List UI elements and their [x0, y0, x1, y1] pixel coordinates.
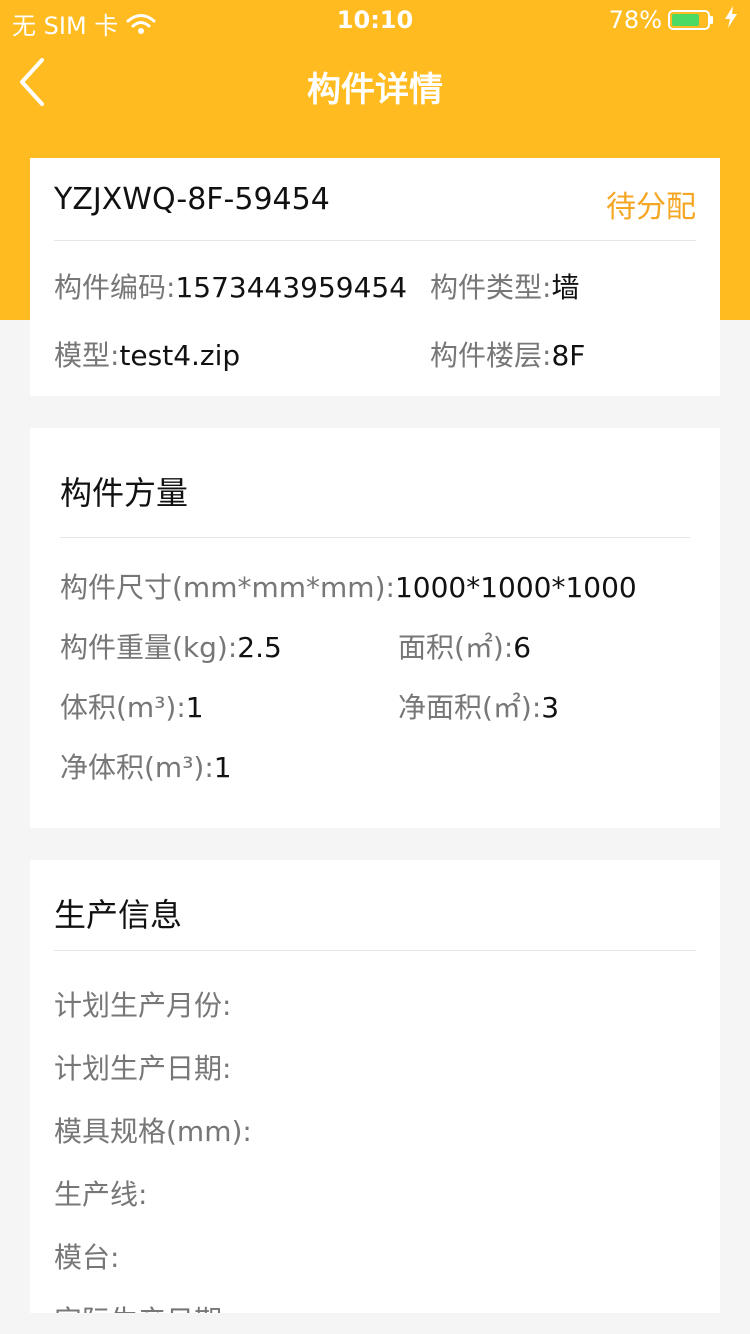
status-right: 78%: [609, 6, 738, 34]
navigation-bar: 构件详情: [0, 40, 750, 128]
weight-row: 构件重量(kg):2.5: [60, 626, 282, 666]
component-type-label: 构件类型:: [430, 271, 552, 304]
production-row: 计划生产日期:: [54, 1052, 232, 1085]
production-row: 模台:: [54, 1241, 120, 1274]
model-row: 模型:test4.zip: [54, 334, 240, 374]
status-bar: 无 SIM 卡 10:10 78%: [0, 0, 750, 40]
area-row: 面积(㎡):6: [398, 626, 531, 666]
quantity-section-title: 构件方量: [60, 474, 189, 512]
size-label: 构件尺寸(mm*mm*mm):: [60, 571, 395, 604]
component-summary-card: YZJXWQ-8F-59454 待分配 构件编码:1573443959454 构…: [30, 158, 720, 396]
component-type-value: 墙: [551, 271, 580, 304]
charging-bolt-icon: [724, 6, 738, 34]
divider: [60, 537, 690, 538]
net-volume-label: 净体积(m³):: [60, 751, 214, 784]
area-label: 面积(㎡):: [398, 631, 514, 664]
model-label: 模型:: [54, 339, 120, 372]
page-title: 构件详情: [307, 70, 443, 110]
production-row: 生产线:: [54, 1178, 148, 1211]
production-card: 生产信息 计划生产月份: 计划生产日期: 模具规格(mm): 生产线: 模台: …: [30, 860, 720, 1313]
battery-icon: [668, 9, 718, 31]
net-volume-value: 1: [213, 751, 232, 784]
component-code-value: 1573443959454: [175, 271, 408, 304]
net-area-label: 净面积(㎡):: [398, 691, 542, 724]
component-code-label: 构件编码:: [54, 271, 176, 304]
floor-label: 构件楼层:: [430, 339, 552, 372]
component-code-row: 构件编码:1573443959454: [54, 266, 407, 306]
component-name: YZJXWQ-8F-59454: [54, 182, 330, 217]
volume-row: 体积(m³):1: [60, 686, 204, 726]
production-row: 计划生产月份:: [54, 989, 232, 1022]
production-row: 模具规格(mm):: [54, 1115, 252, 1148]
battery-percent: 78%: [608, 6, 662, 34]
weight-value: 2.5: [237, 631, 282, 664]
quantity-card: 构件方量 构件尺寸(mm*mm*mm):1000*1000*1000 构件重量(…: [30, 428, 720, 828]
size-value: 1000*1000*1000: [394, 571, 637, 604]
volume-value: 1: [185, 691, 204, 724]
floor-row: 构件楼层:8F: [430, 334, 585, 374]
status-badge: 待分配: [606, 190, 696, 225]
divider: [54, 240, 696, 241]
production-section-title: 生产信息: [54, 896, 183, 934]
size-row: 构件尺寸(mm*mm*mm):1000*1000*1000: [60, 566, 637, 606]
net-area-value: 3: [541, 691, 560, 724]
volume-label: 体积(m³):: [60, 691, 186, 724]
weight-label: 构件重量(kg):: [60, 631, 238, 664]
model-value: test4.zip: [119, 339, 241, 372]
net-area-row: 净面积(㎡):3: [398, 686, 559, 726]
net-volume-row: 净体积(m³):1: [60, 746, 232, 786]
floor-value: 8F: [551, 339, 586, 372]
production-row: 实际生产日期:: [54, 1299, 231, 1313]
component-type-row: 构件类型:墙: [430, 266, 579, 306]
area-value: 6: [513, 631, 532, 664]
divider: [54, 950, 696, 951]
